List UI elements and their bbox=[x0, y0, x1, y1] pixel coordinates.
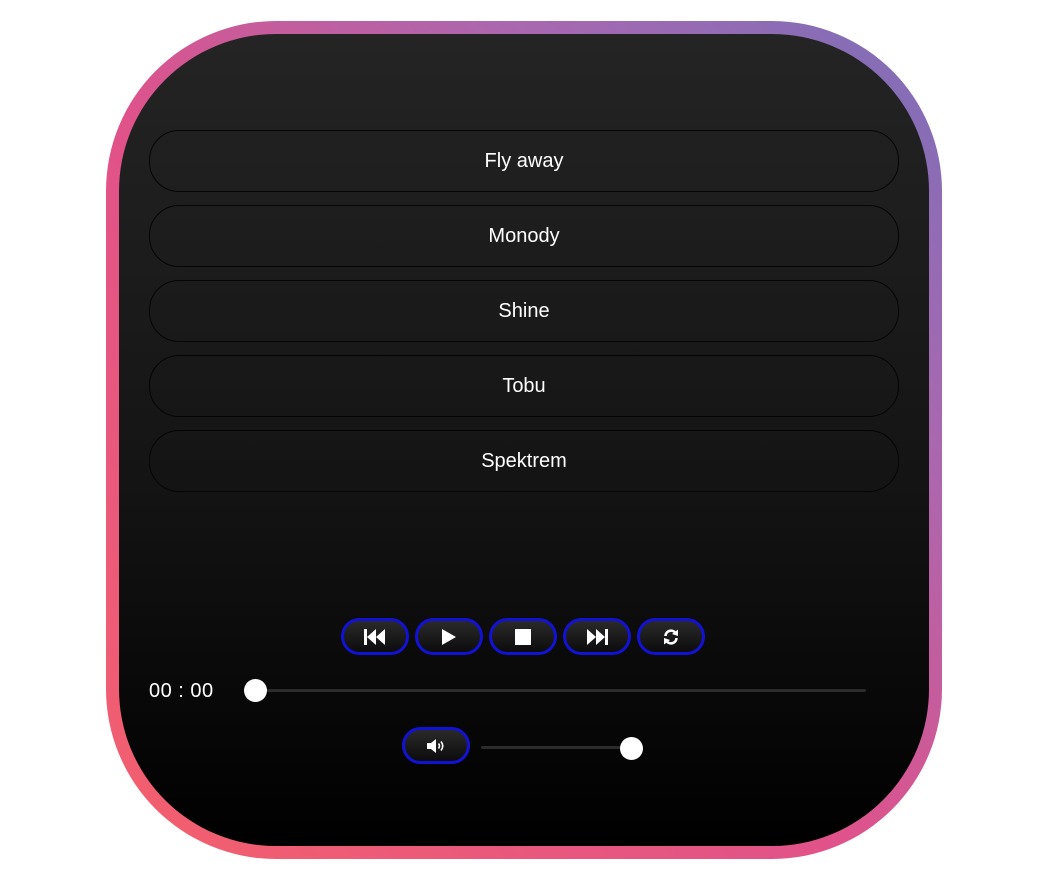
playlist-item[interactable]: Spektrem bbox=[149, 430, 899, 492]
stop-button[interactable] bbox=[489, 618, 557, 655]
volume-button[interactable] bbox=[402, 727, 470, 764]
stop-icon bbox=[515, 628, 531, 645]
seek-handle[interactable] bbox=[244, 679, 267, 702]
playback-controls bbox=[341, 618, 705, 655]
playlist: Fly away Monody Shine Tobu Spektrem bbox=[149, 130, 899, 505]
play-button[interactable] bbox=[415, 618, 483, 655]
volume-icon bbox=[427, 738, 444, 753]
playlist-item[interactable]: Shine bbox=[149, 280, 899, 342]
repeat-button[interactable] bbox=[637, 618, 705, 655]
skip-forward-icon bbox=[587, 628, 608, 645]
next-button[interactable] bbox=[563, 618, 631, 655]
seek-bar[interactable] bbox=[246, 689, 866, 692]
previous-button[interactable] bbox=[341, 618, 409, 655]
play-icon bbox=[442, 628, 456, 645]
playlist-item[interactable]: Tobu bbox=[149, 355, 899, 417]
elapsed-time: 00 : 00 bbox=[149, 680, 214, 702]
volume-handle[interactable] bbox=[619, 737, 643, 760]
playlist-item[interactable]: Monody bbox=[149, 205, 899, 267]
skip-back-icon bbox=[364, 628, 385, 645]
volume-slider[interactable] bbox=[481, 746, 631, 749]
repeat-icon bbox=[664, 628, 678, 645]
playlist-item[interactable]: Fly away bbox=[149, 130, 899, 192]
